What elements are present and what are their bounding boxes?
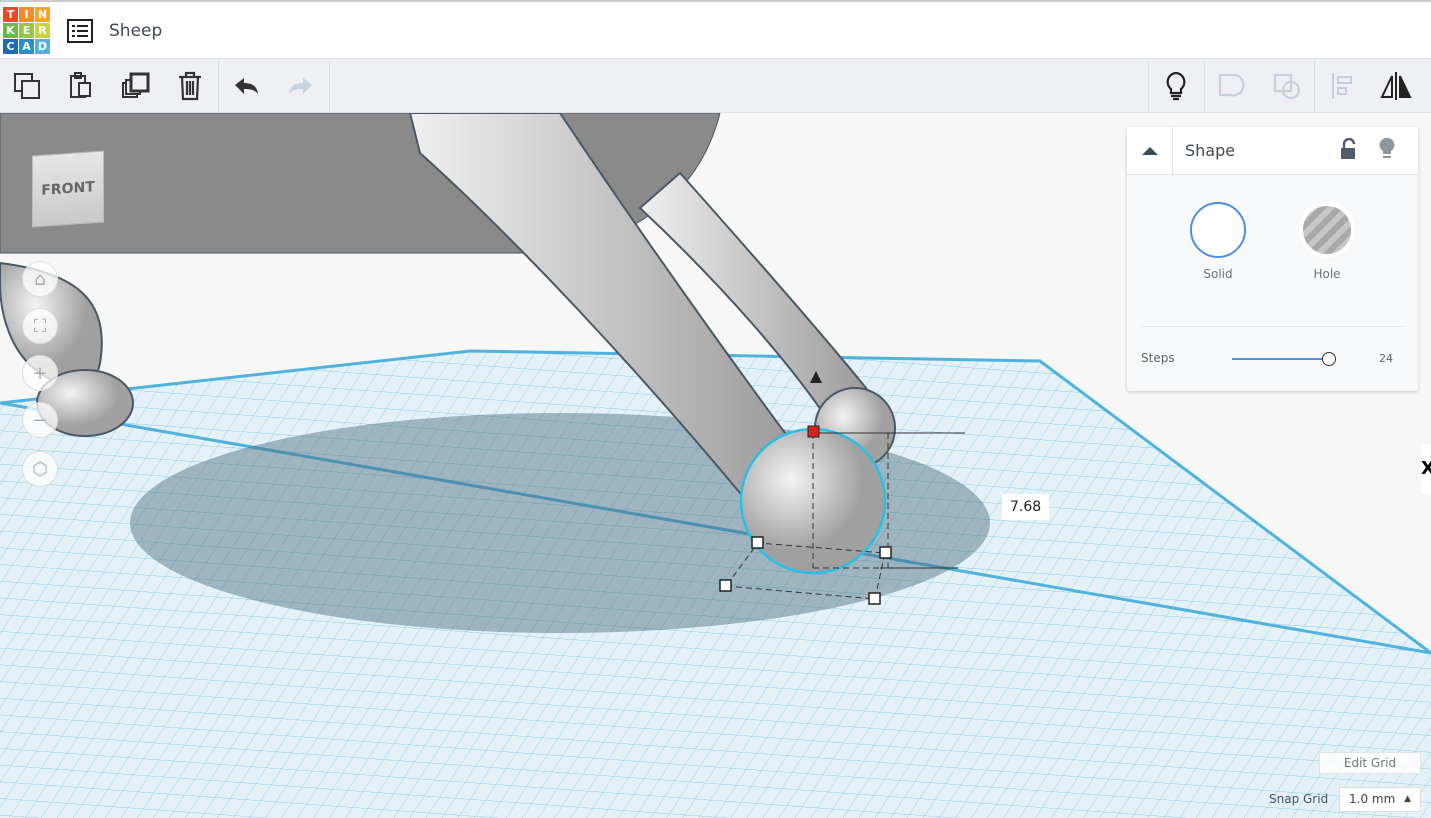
edit-grid-button[interactable]: Edit Grid [1319,752,1421,774]
solid-option[interactable]: Solid [1188,202,1248,281]
copy-icon[interactable] [8,67,46,105]
project-title[interactable]: Sheep [109,21,162,41]
duplicate-icon[interactable] [117,67,155,105]
logo-letter: R [35,23,50,38]
logo-letter: E [19,23,34,38]
steps-slider-track[interactable] [1232,358,1327,360]
logo-letter: I [19,7,34,22]
design-list-icon[interactable] [67,19,93,43]
mirror-icon[interactable] [1377,67,1415,105]
align-icon [1323,67,1361,105]
view-cube[interactable]: FRONT [32,150,104,228]
logo-letter: D [35,39,50,54]
tinkercad-logo[interactable]: TIN KER CAD [3,7,50,54]
snap-grid-select[interactable]: 1.0 mm ▲ [1339,787,1421,812]
fit-view-button[interactable]: ⛶ [22,308,58,344]
collapse-panel-button[interactable] [1127,127,1173,175]
hole-option[interactable]: Hole [1297,202,1357,281]
top-bar: TIN KER CAD Sheep [0,0,1431,59]
logo-letter: T [3,7,18,22]
steps-value[interactable]: 24 [1379,352,1393,365]
panel-title: Shape [1185,141,1236,160]
toolbar [0,59,1431,113]
paste-icon[interactable] [61,67,99,105]
unlock-icon[interactable] [1339,137,1357,164]
perspective-toggle-button[interactable]: ⬡ [22,451,58,487]
undo-icon[interactable] [228,67,266,105]
snap-grid-label: Snap Grid [1269,792,1329,806]
caret-up-icon: ▲ [1404,794,1411,804]
logo-letter: C [3,39,18,54]
logo-letter: N [35,7,50,22]
hole-swatch [1299,202,1355,258]
ungroup-icon [1268,67,1306,105]
delete-icon[interactable] [171,67,209,105]
redo-icon [281,67,319,105]
side-panel-tab[interactable]: X [1421,444,1431,494]
steps-label: Steps [1141,351,1175,365]
zoom-in-button[interactable]: + [22,355,58,391]
logo-letter: K [3,23,18,38]
snap-grid-value: 1.0 mm [1349,792,1396,806]
solid-swatch [1190,202,1246,258]
dimension-input[interactable]: 7.68 [1002,494,1050,520]
light-bulb-icon[interactable] [1157,67,1195,105]
shape-inspector-panel: Shape Solid Hole Steps 24 [1127,127,1418,391]
logo-letter: A [19,39,34,54]
view-cube-face-label: FRONT [41,179,95,199]
zoom-out-button[interactable]: − [22,402,58,438]
hide-shape-bulb-icon[interactable] [1378,137,1396,165]
home-view-button[interactable]: ⌂ [22,261,58,297]
group-icon [1213,67,1251,105]
steps-slider-thumb[interactable] [1322,352,1336,366]
